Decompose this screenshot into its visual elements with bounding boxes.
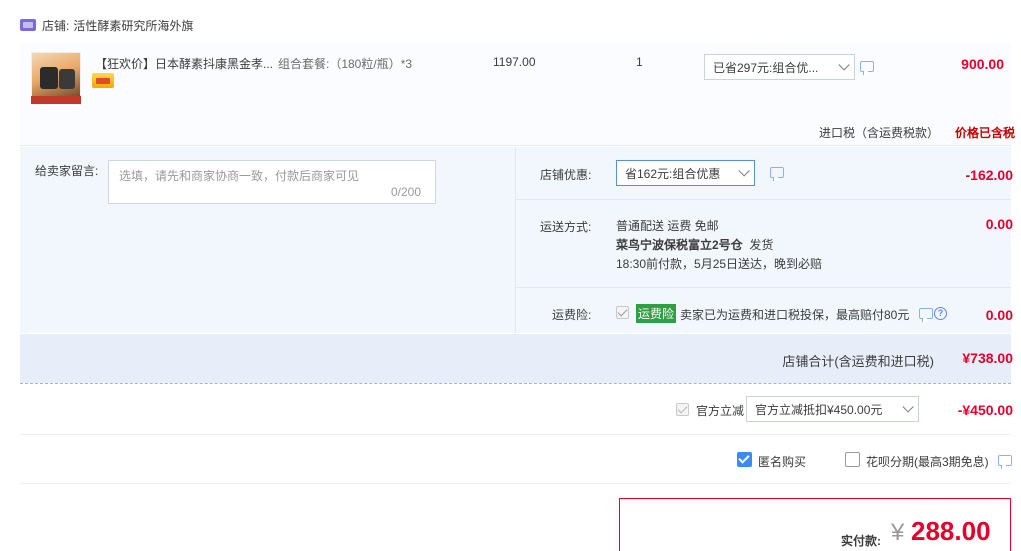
platform-discount-amount: -¥450.00 xyxy=(957,402,1013,418)
platform-discount-value: 官方立减抵扣¥450.00元 xyxy=(755,402,883,417)
chat-icon[interactable] xyxy=(919,308,933,322)
tax-included: 价格已含税 xyxy=(954,126,1015,140)
shop-coupon-select[interactable]: 省162元:组合优惠 xyxy=(616,160,755,186)
thumbnail-banner xyxy=(31,96,81,104)
shop-total-label: 店铺合计(含运费和进口税) xyxy=(782,354,934,369)
item-discount-value: 已省297元:组合优... xyxy=(713,60,819,75)
card-badge-icon xyxy=(92,73,114,88)
divider xyxy=(515,287,1011,288)
pay-label: 实付款: xyxy=(841,534,881,548)
shipping-label: 运送方式: xyxy=(540,220,592,234)
divider xyxy=(20,483,1011,484)
shipping-dispatch: 发货 xyxy=(749,238,774,252)
shipping-eta: 18:30前付款，5月25日送达，晚到必赔 xyxy=(616,257,823,271)
platform-discount-checkbox xyxy=(676,403,689,416)
huabei-label[interactable]: 花呗分期(最高3期免息) xyxy=(866,453,989,470)
item-subtotal: 900.00 xyxy=(961,56,1004,72)
platform-discount-label: 官方立减 xyxy=(696,404,745,418)
shop-name[interactable]: 活性酵素研究所海外旗 xyxy=(73,17,193,34)
shop-coupon-value: 省162元:组合优惠 xyxy=(625,166,721,181)
platform-discount-select[interactable]: 官方立减抵扣¥450.00元 xyxy=(746,396,919,422)
message-input[interactable]: 选填，请先和商家协商一致，付款后商家可见 xyxy=(108,160,436,204)
shop-label: 店铺: xyxy=(42,18,70,33)
chevron-down-icon xyxy=(902,401,914,413)
chat-icon[interactable] xyxy=(860,61,874,75)
insurance-amount: 0.00 xyxy=(985,307,1013,323)
shop-coupon-label: 店铺优惠: xyxy=(540,168,592,182)
shop-coupon-amount: -162.00 xyxy=(965,167,1013,183)
shipping-warehouse-line: 菜鸟宁波保税富立2号仓 发货 xyxy=(616,236,822,255)
insurance-label: 运费险: xyxy=(552,308,592,322)
shipping-info: 普通配送 运费 免邮 菜鸟宁波保税富立2号仓 发货 18:30前付款，5月25日… xyxy=(616,217,822,274)
product-title[interactable]: 【狂欢价】日本酵素抖康黑金孝... xyxy=(95,55,273,72)
shop-total-amount: ¥738.00 xyxy=(962,350,1013,366)
divider xyxy=(20,383,1011,384)
pay-currency: ¥ xyxy=(891,519,905,546)
shipping-amount: 0.00 xyxy=(985,216,1013,232)
huabei-checkbox[interactable] xyxy=(845,452,860,467)
chevron-down-icon xyxy=(738,165,750,177)
shop-icon xyxy=(20,19,36,31)
unit-price: 1197.00 xyxy=(493,55,536,69)
help-icon[interactable]: ? xyxy=(934,307,947,320)
insurance-tag: 运费险 xyxy=(636,304,677,323)
anonymous-label[interactable]: 匿名购买 xyxy=(758,453,806,470)
anonymous-checkbox[interactable] xyxy=(737,452,752,467)
message-label: 给卖家留言: xyxy=(35,164,99,178)
pay-amount: 288.00 xyxy=(911,516,991,546)
product-sku: 组合套餐:（180粒/瓶）*3 xyxy=(278,57,413,71)
shipping-warehouse: 菜鸟宁波保税富立2号仓 xyxy=(616,238,743,252)
import-tax-label: 进口税（含运费税款） xyxy=(818,126,939,140)
divider xyxy=(515,199,1011,200)
item-discount-select[interactable]: 已省297元:组合优... xyxy=(704,54,855,80)
message-char-count: 0/200 xyxy=(391,185,422,199)
insurance-checkbox xyxy=(616,306,629,319)
chat-icon[interactable] xyxy=(998,455,1012,469)
quantity: 1 xyxy=(636,55,643,69)
insurance-text: 卖家已为运费和进口税投保，最高赔付80元 xyxy=(680,308,910,322)
shop-header: 店铺: 活性酵素研究所海外旗 xyxy=(20,14,193,36)
chat-icon[interactable] xyxy=(770,167,784,181)
divider xyxy=(20,434,1011,435)
chevron-down-icon xyxy=(838,59,850,71)
shipping-method: 普通配送 运费 免邮 xyxy=(616,219,719,233)
